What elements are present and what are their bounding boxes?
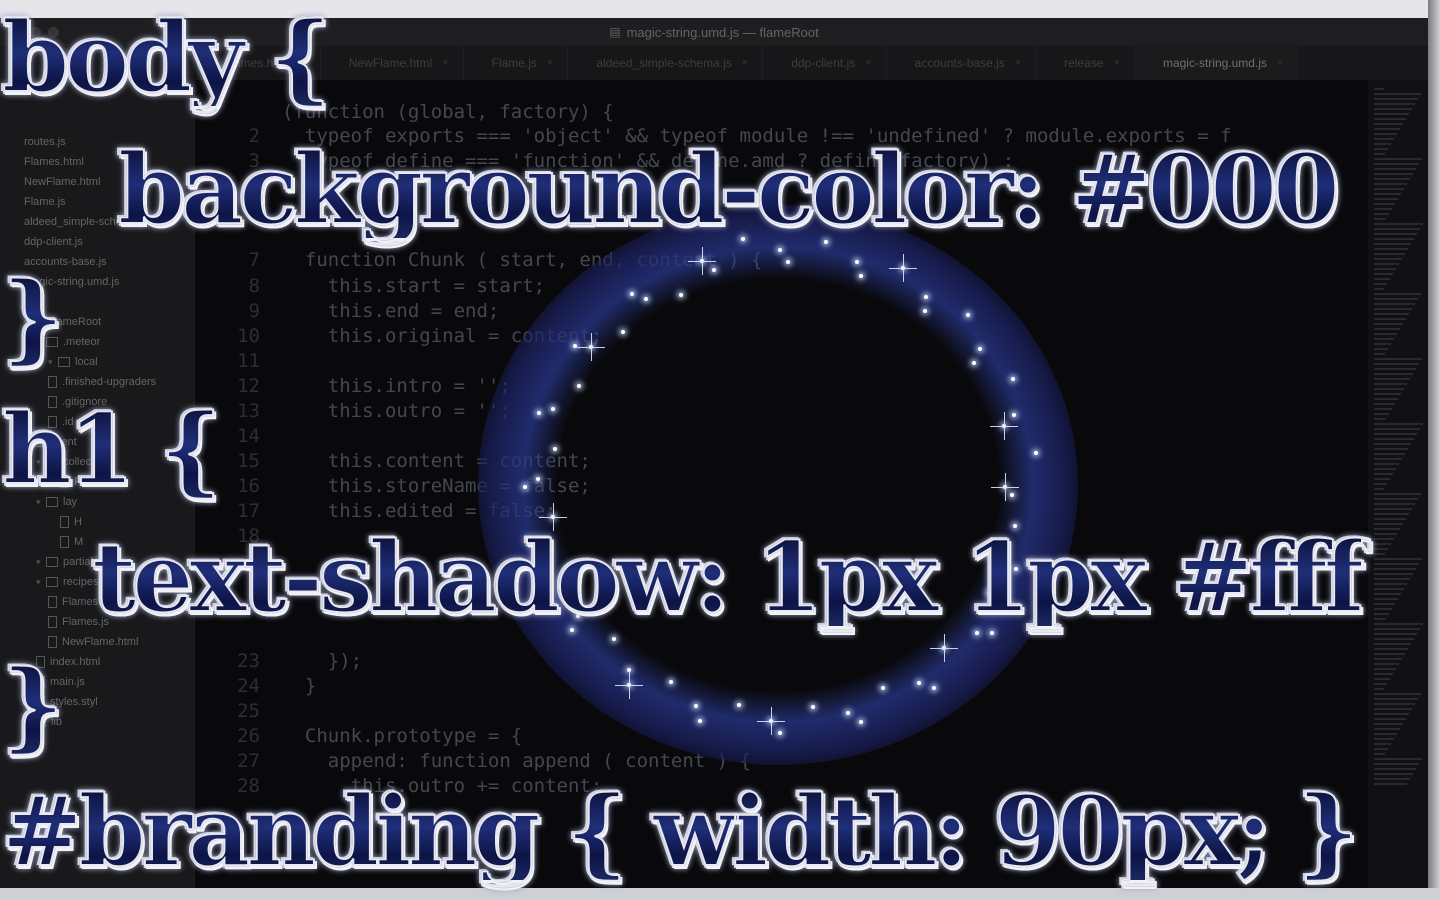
frame-right-border [1428,0,1440,900]
star-sparkle [644,296,649,301]
overlay-line-body-open: body { [1,1,332,114]
star-sparkle [931,685,936,690]
star-sparkle [778,247,782,252]
star-sparkle [778,731,782,736]
star-sparkle [551,406,556,411]
star-sparkle [688,246,717,275]
overlay-line-h1-open: h1 { [1,393,223,506]
star-sparkle [930,634,959,663]
star-sparkle [854,260,859,265]
star-sparkle [922,309,927,314]
star-sparkle [881,685,886,690]
star-sparkle [536,476,541,481]
star-sparkle [923,294,928,299]
star-sparkle [888,253,917,282]
star-sparkle [620,330,625,335]
overlay-line-h1-close: } [1,649,65,762]
star-sparkle [693,704,698,709]
overlay-line-text-shadow: text-shadow: 1px 1px #fff [91,521,1366,634]
star-sparkle [977,347,982,352]
star-sparkle [698,718,703,723]
star-sparkle [991,473,1020,501]
star-sparkle [858,720,863,725]
star-sparkle [668,679,673,684]
star-sparkle [576,332,605,361]
star-sparkle [577,383,582,388]
star-sparkle [538,503,567,532]
galaxy-ring-image [478,205,1078,765]
frame-bottom-border [0,888,1440,900]
star-sparkle [614,670,643,699]
star-sparkle [629,291,634,296]
star-sparkle [757,707,786,736]
star-sparkle [858,274,863,279]
star-sparkle [990,412,1019,441]
star-sparkle [523,485,528,489]
star-sparkle [536,410,541,415]
star-sparkle [712,267,717,272]
star-sparkle [810,705,815,710]
overlay-line-background-color: background-color: #000 [117,133,1341,246]
star-sparkle [1011,377,1016,381]
star-sparkle [846,711,851,716]
star-sparkle [737,702,742,707]
star-sparkle [679,292,684,297]
star-sparkle [786,260,791,265]
star-sparkle [1011,412,1016,417]
star-sparkle [553,447,558,452]
star-sparkle [917,680,922,685]
star-sparkle [965,313,970,318]
overlay-line-branding: #branding { width: 90px; } [1,775,1360,888]
star-sparkle [1010,492,1015,497]
star-sparkle [611,637,616,642]
star-sparkle [1034,450,1039,455]
star-sparkle [972,360,977,365]
overlay-line-body-close: } [1,261,65,374]
